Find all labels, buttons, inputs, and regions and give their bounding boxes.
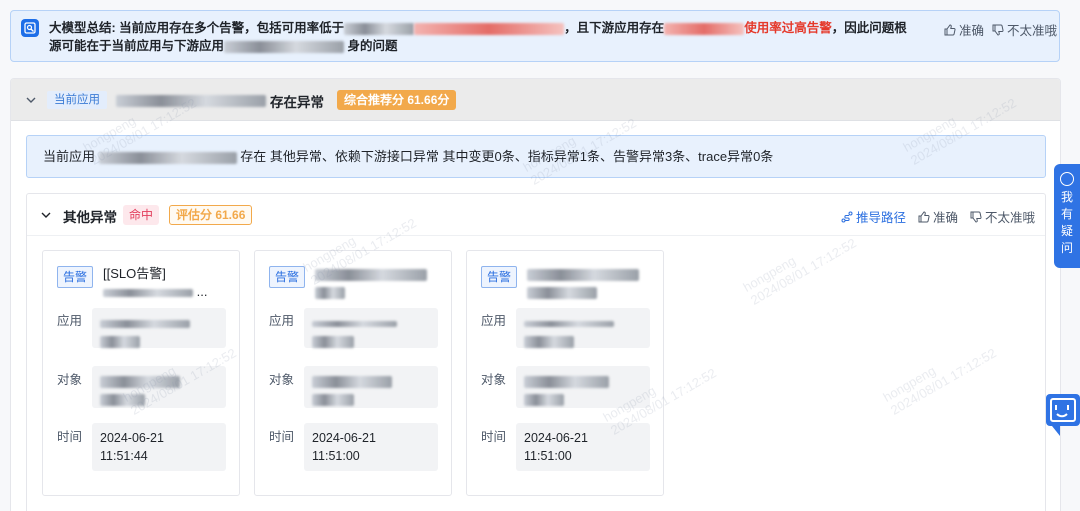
redacted-text [103,288,193,297]
time-value: 2024-06-21 11:51:44 [92,423,226,471]
app-anomaly-title: 存在异常 [116,91,324,111]
float-help-char: 我 [1060,190,1073,204]
derive-path-label: 推导路径 [855,211,906,225]
redacted-text [224,40,345,53]
redacted-app-name [98,151,237,164]
llm-summary-banner: 大模型总结: 当前应用存在多个告警，包括可用率低于 ，且下游应用存在 使用率过高告警… [10,10,1060,62]
other-anomaly-header[interactable]: 其他异常 命中 评估分 61.66 推导路径 准确 不太准哦 [27,194,1045,236]
chevron-down-icon[interactable] [41,210,51,220]
alert-tag: 告警 [481,266,518,288]
summary-highlight: 使用率过高告警 [744,21,832,35]
question-icon [1060,172,1074,186]
float-help-char: 有 [1060,207,1073,221]
summary-text: 大模型总结: 当前应用存在多个告警，包括可用率低于 ，且下游应用存在 使用率过高告警… [49,19,929,55]
info-text: 存在 其他异常、依赖下游接口异常 其中变更0条、指标异常1条、告警异常3条、tr… [240,149,774,164]
ai-summary-icon [21,19,39,37]
float-help-char: 问 [1060,241,1073,255]
redacted-app-name [116,95,266,107]
time-label: 时间 [269,430,295,444]
app-anomaly-header[interactable]: 当前应用 存在异常 综合推荐分 61.66分 [11,79,1060,121]
chevron-down-icon[interactable] [26,95,36,105]
alert-title-ellipsis: ... [196,284,208,299]
object-label: 对象 [57,373,83,387]
summary-label: 大模型总结: [49,21,116,35]
app-value [304,308,438,348]
path-icon [841,211,853,222]
app-anomaly-section: 当前应用 存在异常 综合推荐分 61.66分 当前应用 存在 其他异常、依赖下游… [10,78,1061,511]
summary-inaccurate-button[interactable]: 不太准哦 [992,20,1057,39]
thumb-down-icon [970,211,982,223]
inaccurate-label: 不太准哦 [1007,24,1058,38]
anomaly-info-box: 当前应用 存在 其他异常、依赖下游接口异常 其中变更0条、指标异常1条、告警异常… [26,135,1046,178]
object-label: 对象 [481,373,507,387]
summary-text-part: 源可能在于当前应用与下游应用 [49,39,225,53]
app-label: 应用 [57,314,83,328]
feedback-float-button[interactable]: 我 有 疑 问 [1054,164,1080,268]
redacted-text [344,22,415,35]
thumb-up-icon [918,210,930,222]
anomaly-actions: 推导路径 准确 不太准哦 [841,207,1035,226]
title-suffix: 存在异常 [270,95,324,110]
summary-accurate-button[interactable]: 准确 [944,20,984,39]
alert-title-text: [[SLO告警] [103,266,166,281]
summary-text-part: ，且下游应用存在 [564,21,665,35]
alert-card[interactable]: 告警 [[SLO告警] ... 应用 对象 时间 2024-06-21 11:51… [42,250,240,496]
current-app-tag: 当前应用 [47,91,107,109]
app-label: 应用 [269,314,295,328]
accurate-label: 准确 [959,24,985,38]
alert-tag: 告警 [269,266,306,288]
thumb-down-icon [992,24,1004,36]
redacted-text [414,22,565,35]
hit-badge: 命中 [123,205,160,225]
time-label: 时间 [481,430,507,444]
derive-path-link[interactable]: 推导路径 [841,207,906,226]
alert-title [527,265,655,301]
anomaly-accurate-button[interactable]: 准确 [918,207,958,226]
object-value [92,366,226,408]
object-value [516,366,650,408]
time-value: 2024-06-21 11:51:00 [304,423,438,471]
inaccurate-label: 不太准哦 [984,211,1035,225]
float-help-char: 疑 [1060,224,1073,238]
app-label: 应用 [481,314,507,328]
anomaly-type-title: 其他异常 [63,210,117,225]
object-value [304,366,438,408]
app-value [516,308,650,348]
alert-card[interactable]: 告警 应用 对象 时间 2024-06-21 11:51:00 [254,250,452,496]
summary-text-part: ，因此问题根 [831,21,907,35]
thumb-up-icon [944,23,956,35]
assistant-bot-icon[interactable] [1044,392,1080,440]
time-value: 2024-06-21 11:51:00 [516,423,650,471]
alert-tag: 告警 [57,266,94,288]
overall-score-badge: 综合推荐分 61.66分 [337,90,457,110]
anomaly-inaccurate-button[interactable]: 不太准哦 [970,207,1035,226]
alert-title: [[SLO告警] ... [103,265,231,301]
alert-title [315,265,443,301]
time-label: 时间 [57,430,83,444]
alert-card[interactable]: 告警 应用 对象 时间 2024-06-21 11:51:00 [466,250,664,496]
redacted-text [664,22,745,35]
eval-score-badge: 评估分 61.66 [169,205,253,225]
object-label: 对象 [269,373,295,387]
info-prefix: 当前应用 [43,149,96,164]
other-anomaly-panel: 其他异常 命中 评估分 61.66 推导路径 准确 不太准哦 告警 [[SLO告… [26,193,1046,511]
app-value [92,308,226,348]
accurate-label: 准确 [932,211,958,225]
summary-text-part: 身的问题 [347,39,398,53]
summary-text-part: 当前应用存在多个告警，包括可用率低于 [119,21,345,35]
